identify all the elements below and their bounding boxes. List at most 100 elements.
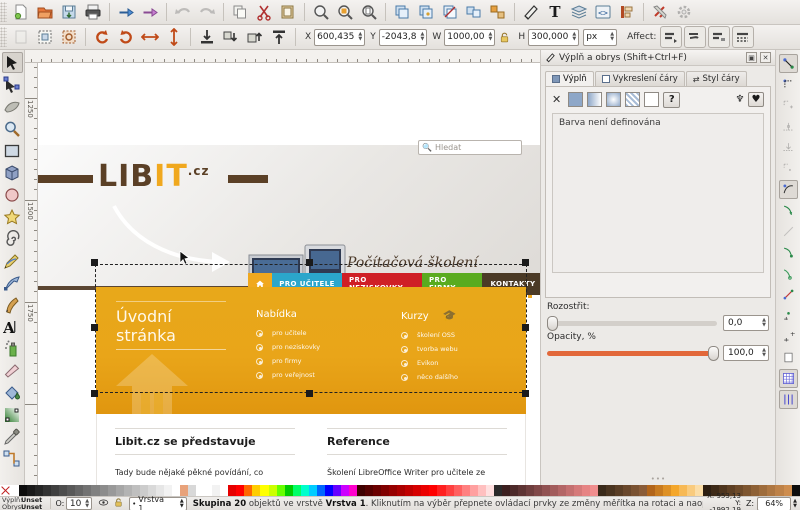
palette-swatch[interactable] [461,485,470,496]
ellipse-tool[interactable] [2,184,23,205]
swatch-button[interactable] [644,92,660,107]
palette-swatch[interactable] [429,485,438,496]
palette-swatch[interactable] [574,485,583,496]
palette-swatch[interactable] [590,485,599,496]
status-opacity-stepper[interactable]: ▲ ▼ [85,498,89,509]
website-artwork[interactable]: LIBIT.cz 🔍 Hledat Počítačová školení PRO… [38,85,540,485]
raise-icon[interactable] [244,26,266,48]
panel-list-item[interactable]: Evikon [401,359,458,367]
even-odd-fill-icon[interactable]: ♆ [732,92,748,107]
deselect-icon[interactable] [58,26,80,48]
status-opacity-field[interactable]: 10 ▲ ▼ [66,497,93,510]
palette-swatch[interactable] [204,485,213,496]
layer-lock-icon[interactable] [113,497,124,510]
palette-swatch[interactable] [171,485,180,496]
palette-swatch[interactable] [783,485,792,496]
fill-stroke-dialog[interactable]: Výplň a obrys (Shift+Ctrl+F) ▣ ✕ Výplň V… [540,50,775,485]
layers-icon[interactable] [568,1,590,23]
palette-swatch[interactable] [123,485,132,496]
flip-vertical-icon[interactable] [163,26,185,48]
affect-stroke-width-icon[interactable] [660,26,683,48]
palette-swatch[interactable] [340,485,349,496]
palette-swatch[interactable] [99,485,108,496]
dock-minimize-button[interactable]: ▣ [746,52,757,63]
dialog-tabs[interactable]: Výplň Vykreslení čáry ⇄ Styl čáry [541,69,775,86]
unit-select-stepper[interactable]: ▲ ▼ [610,32,614,42]
new-document-icon[interactable] [10,1,32,23]
w-field[interactable]: 1000,00 ▲ ▼ [444,28,496,46]
paste-icon[interactable] [277,1,299,23]
preferences-icon[interactable] [649,1,671,23]
palette-swatch[interactable] [228,485,237,496]
document-properties-icon[interactable] [673,1,695,23]
canvas[interactable]: LIBIT.cz 🔍 Hledat Počítačová školení PRO… [38,63,540,485]
y-field-stepper[interactable]: ▲ ▼ [421,32,425,42]
star-tool[interactable] [2,206,23,227]
panel-list-item[interactable]: něco dalšího [401,373,458,381]
palette-swatch[interactable] [743,485,752,496]
open-document-icon[interactable] [34,1,56,23]
pattern-button[interactable] [625,92,641,107]
palette-swatch[interactable] [397,485,406,496]
snap-bbox-corner[interactable] [779,96,798,115]
fill-stroke-indicator[interactable]: Výplň: Unset Obrys: Unset [2,497,46,510]
palette-swatch[interactable] [268,485,277,496]
nonzero-fill-icon[interactable]: ♥ [748,92,764,107]
bezier-tool[interactable] [2,272,23,293]
search-input[interactable]: 🔍 Hledat [418,140,522,155]
palette-swatch[interactable] [11,485,20,496]
palette-swatch[interactable] [622,485,631,496]
snap-to-paths[interactable] [779,201,798,220]
opacity-slider[interactable] [547,345,719,361]
snap-guides[interactable] [778,390,798,409]
tab-vypln[interactable]: Výplň [545,71,594,86]
x-field[interactable]: 600,435 ▲ ▼ [314,28,366,46]
palette-swatch[interactable] [43,485,52,496]
affect-corners-icon[interactable] [684,26,707,48]
palette-swatch[interactable] [83,485,92,496]
panel-list-item[interactable]: pro firmy [256,357,320,365]
blur-control[interactable]: Rozostřit: 0,0 ▲ ▼ [547,302,769,331]
unknown-paint-button[interactable]: ? [663,91,681,108]
palette-swatch[interactable] [59,485,68,496]
palette-swatch[interactable] [767,485,776,496]
color-palette[interactable] [0,485,800,496]
palette-swatch[interactable] [35,485,44,496]
affect-patterns-icon[interactable] [732,26,755,48]
copy-icon[interactable] [229,1,251,23]
blur-stepper[interactable]: ▲ ▼ [762,318,768,328]
palette-swatch[interactable] [759,485,768,496]
blur-value-field[interactable]: 0,0 ▲ ▼ [723,315,769,331]
snap-object-centers[interactable] [779,306,798,325]
snap-bounding-boxes[interactable] [779,75,798,94]
palette-swatch[interactable] [27,485,36,496]
palette-swatch[interactable] [373,485,382,496]
palette-swatch[interactable] [381,485,390,496]
pencil-tool[interactable] [2,250,23,271]
palette-swatch[interactable] [638,485,647,496]
lower-icon[interactable] [220,26,242,48]
flip-horizontal-icon[interactable] [139,26,161,48]
palette-swatch[interactable] [276,485,285,496]
eraser-tool[interactable] [2,360,23,381]
dropper-tool[interactable] [2,426,23,447]
cut-icon[interactable] [253,1,275,23]
ungroup-icon[interactable] [487,1,509,23]
snap-grid[interactable] [778,369,798,388]
palette-swatch[interactable] [196,485,205,496]
spray-tool[interactable] [2,338,23,359]
palette-swatch[interactable] [445,485,454,496]
zoom-page-icon[interactable] [358,1,380,23]
horizontal-ruler[interactable] [25,50,540,63]
palette-swatch[interactable] [646,485,655,496]
select-all-layers-icon[interactable] [34,26,56,48]
bucket-tool[interactable] [2,382,23,403]
palette-swatch[interactable] [501,485,510,496]
text-tool[interactable]: A [2,316,23,337]
dialog-titlebar[interactable]: Výplň a obrys (Shift+Ctrl+F) ▣ ✕ [541,50,775,66]
panel-list-item[interactable]: tvorba webu [401,345,458,353]
opacity-value-field[interactable]: 100,0 ▲ ▼ [723,345,769,361]
palette-swatch[interactable] [413,485,422,496]
palette-swatch[interactable] [606,485,615,496]
no-paint-button[interactable]: ✕ [552,93,561,106]
